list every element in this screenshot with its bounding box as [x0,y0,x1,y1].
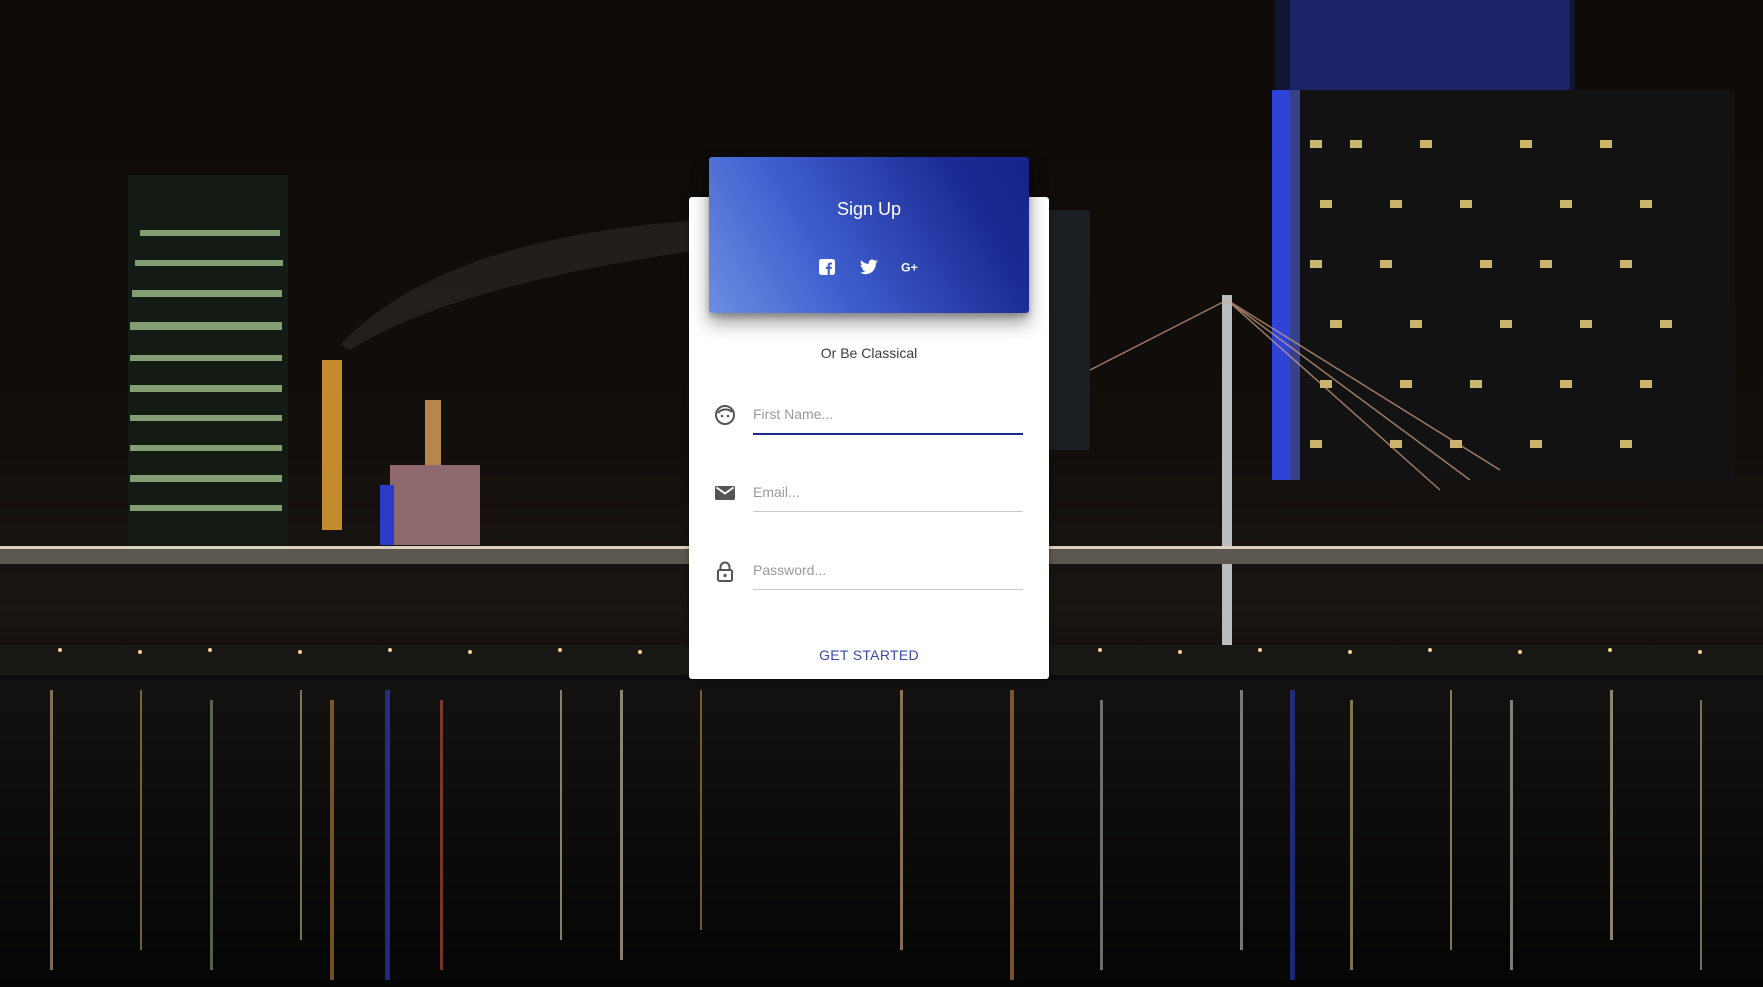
google-plus-icon[interactable]: G+ [901,257,921,277]
twitter-icon[interactable] [859,257,879,277]
email-icon [713,481,737,505]
first-name-input[interactable] [753,395,1023,435]
face-icon [713,403,737,427]
email-field-row [713,473,1023,513]
lock-icon [713,559,737,583]
page: Or Be Classical First Name... Email... G… [0,0,1763,987]
get-started-button[interactable]: GET STARTED [807,641,931,669]
facebook-icon[interactable] [817,257,837,277]
password-field-row [713,551,1023,591]
card-title: Sign Up [836,199,902,219]
card-header: Sign Up G+ [709,157,1029,313]
submit-row: GET STARTED [689,641,1049,669]
email-input[interactable] [753,473,1023,512]
first-name-field-row [713,395,1023,435]
card-subtitle: Or Be Classical [820,345,918,361]
social-buttons: G+ [709,257,1029,277]
password-input[interactable] [753,551,1023,590]
svg-text:G+: G+ [901,261,918,275]
